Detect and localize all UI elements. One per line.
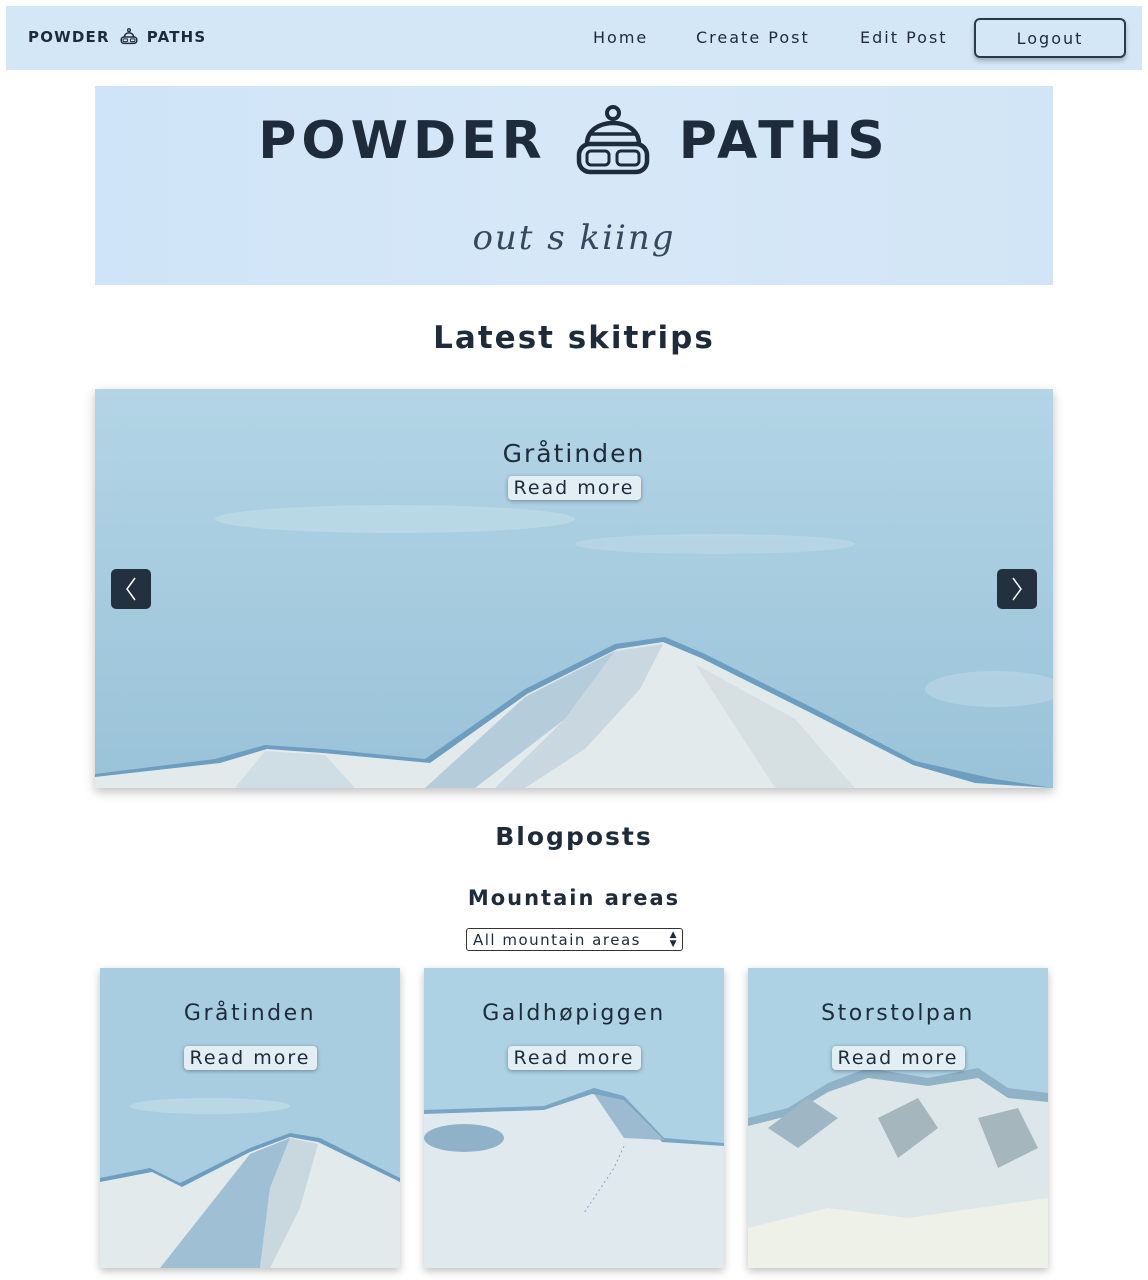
mountain-area-select[interactable]: All mountain areas ▲ ▼ [466,928,683,951]
hero-title-left: POWDER [258,111,547,171]
carousel-next-button[interactable] [997,569,1037,609]
hero-tagline: out s kiing [472,218,676,258]
chevron-left-icon [126,577,136,601]
hero-title-right: PATHS [678,111,890,171]
blogposts-heading: Blogposts [495,822,653,851]
blog-card[interactable]: Galdhøpiggen Read more [424,968,724,1268]
latest-carousel: Gråtinden Read more [95,389,1053,788]
card-read-more-button[interactable]: Read more [183,1046,317,1070]
mountain-areas-heading: Mountain areas [467,886,681,910]
ski-helmet-goggles-icon [576,105,649,175]
nav-home-link[interactable]: Home [593,28,648,47]
card-read-more-button[interactable]: Read more [507,1046,641,1070]
card-read-wrap: Read more [748,1046,1048,1070]
card-read-more-button[interactable]: Read more [831,1046,965,1070]
chevron-right-icon [1012,577,1022,601]
card-read-wrap: Read more [100,1046,400,1070]
carousel-prev-button[interactable] [111,569,151,609]
nav-edit-post-link[interactable]: Edit Post [860,28,948,47]
blog-card[interactable]: Storstolpan Read more [748,968,1048,1268]
carousel-caption: Gråtinden Read more [95,439,1053,500]
slide-title: Gråtinden [502,439,646,468]
select-arrows-icon: ▲ ▼ [669,930,678,949]
card-read-wrap: Read more [424,1046,724,1070]
nav-create-post-link[interactable]: Create Post [696,28,810,47]
hero-banner: POWDER PATHS out s kiing [95,86,1053,285]
logout-button[interactable]: Logout [974,18,1126,58]
card-title: Gråtinden [183,1001,317,1026]
card-title: Galdhøpiggen [482,1001,666,1026]
nav-links: Home Create Post Edit Post [6,6,1142,70]
latest-skitrips-heading: Latest skitrips [433,320,715,356]
slide-read-more-button[interactable]: Read more [507,476,641,500]
hero-title: POWDER PATHS [95,104,1053,178]
navbar: POWDER PATHS Home Create Post Edit Post … [6,6,1142,70]
blog-card[interactable]: Gråtinden Read more [100,968,400,1268]
mountain-area-select-value: All mountain areas [473,930,641,949]
card-title: Storstolpan [821,1001,975,1026]
